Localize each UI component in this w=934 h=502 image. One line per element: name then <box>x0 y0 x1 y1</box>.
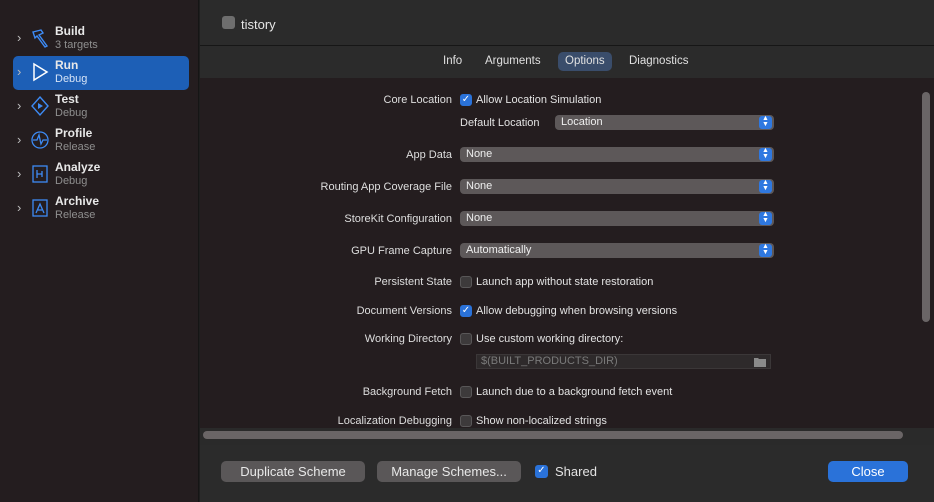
shared-label: Shared <box>555 464 597 479</box>
working-directory-checkbox[interactable] <box>460 333 472 345</box>
storekit-value: None <box>466 212 493 224</box>
localization-debugging-checkbox[interactable] <box>460 415 472 427</box>
scheme-editor-main: tistory Info Arguments Options Diagnosti… <box>200 0 934 502</box>
background-fetch-checkbox[interactable] <box>460 386 472 398</box>
chevron-right-icon[interactable]: › <box>17 201 31 215</box>
sidebar-item-profile[interactable]: › Profile Release <box>13 124 189 158</box>
sidebar-item-title: Test <box>55 92 79 106</box>
options-pane: Core Location ✓ Allow Location Simulatio… <box>200 78 934 428</box>
sidebar-item-archive[interactable]: › Archive Release <box>13 192 189 226</box>
tab-info[interactable]: Info <box>436 52 469 71</box>
localization-debugging-checkbox-label: Show non-localized strings <box>476 415 607 427</box>
close-button[interactable]: Close <box>828 461 908 482</box>
folder-icon[interactable] <box>754 357 766 367</box>
background-fetch-label: Background Fetch <box>362 386 452 398</box>
sidebar-item-subtitle: Debug <box>55 107 88 119</box>
sidebar-item-subtitle: 3 targets <box>55 39 98 51</box>
background-fetch-checkbox-label: Launch due to a background fetch event <box>476 386 673 398</box>
manage-schemes-button[interactable]: Manage Schemes... <box>377 461 521 482</box>
default-location-label: Default Location <box>460 117 540 129</box>
document-versions-checkbox-label: Allow debugging when browsing versions <box>476 305 678 317</box>
core-location-label: Core Location <box>383 94 453 106</box>
horizontal-scrollbar[interactable] <box>203 431 903 439</box>
routing-coverage-label: Routing App Coverage File <box>320 181 452 193</box>
stepper-arrows-icon: ▲ ▼ <box>759 179 772 193</box>
chevron-right-icon[interactable]: › <box>17 133 31 147</box>
gpu-frame-capture-label: GPU Frame Capture <box>351 245 452 257</box>
document-versions-checkbox[interactable]: ✓ <box>460 305 472 317</box>
document-versions-label: Document Versions <box>356 305 452 317</box>
stepper-arrows-icon: ▲ ▼ <box>759 243 772 257</box>
chevron-right-icon[interactable]: › <box>17 65 31 79</box>
sidebar-item-build[interactable]: › Build 3 targets <box>13 22 189 56</box>
vertical-scrollbar[interactable] <box>922 92 930 322</box>
test-diamond-icon <box>31 95 49 117</box>
sidebar-item-subtitle: Release <box>55 141 96 153</box>
sidebar-item-title: Analyze <box>55 160 101 174</box>
working-directory-path-field[interactable]: $(BUILT_PRODUCTS_DIR) <box>476 354 771 369</box>
working-directory-checkbox-label: Use custom working directory: <box>476 333 624 345</box>
stepper-arrows-icon: ▲ ▼ <box>759 115 772 129</box>
waveform-icon <box>31 131 49 149</box>
archive-icon <box>32 199 48 217</box>
sidebar-item-subtitle: Release <box>55 209 96 221</box>
scheme-action-sidebar: › Build 3 targets › Run Debug › Test Deb… <box>0 0 199 502</box>
routing-coverage-popup[interactable]: None ▲ ▼ <box>460 179 774 194</box>
chevron-right-icon[interactable]: › <box>17 167 31 181</box>
default-location-popup[interactable]: Location ▲ ▼ <box>555 115 774 130</box>
storekit-label: StoreKit Configuration <box>344 213 452 225</box>
storekit-popup[interactable]: None ▲ ▼ <box>460 211 774 226</box>
chevron-right-icon[interactable]: › <box>17 99 31 113</box>
persistent-state-label: Persistent State <box>374 276 452 288</box>
gpu-frame-capture-popup[interactable]: Automatically ▲ ▼ <box>460 243 774 258</box>
hammer-icon <box>32 29 49 48</box>
sidebar-item-title: Build <box>55 24 85 38</box>
tab-arguments[interactable]: Arguments <box>478 52 548 71</box>
stepper-arrows-icon: ▲ ▼ <box>759 211 772 225</box>
gpu-frame-capture-value: Automatically <box>466 244 532 256</box>
routing-coverage-value: None <box>466 180 493 192</box>
tab-diagnostics[interactable]: Diagnostics <box>622 52 695 71</box>
sidebar-item-subtitle: Debug <box>55 73 88 85</box>
sidebar-item-run[interactable]: › Run Debug <box>13 56 189 90</box>
sidebar-item-title: Archive <box>55 194 100 208</box>
app-data-label: App Data <box>406 149 452 161</box>
shared-checkbox[interactable]: ✓ <box>535 465 548 478</box>
sidebar-item-subtitle: Debug <box>55 175 88 187</box>
persistent-state-checkbox[interactable] <box>460 276 472 288</box>
duplicate-scheme-button[interactable]: Duplicate Scheme <box>221 461 365 482</box>
stepper-arrows-icon: ▲ ▼ <box>759 147 772 161</box>
target-name: tistory <box>241 17 276 32</box>
localization-debugging-label: Localization Debugging <box>337 415 452 427</box>
allow-location-simulation-label: Allow Location Simulation <box>476 94 602 106</box>
sidebar-item-title: Run <box>55 58 79 72</box>
app-target-icon <box>222 16 235 29</box>
footer-bar: Duplicate Scheme Manage Schemes... ✓ Sha… <box>200 445 934 502</box>
chevron-right-icon[interactable]: › <box>17 31 31 45</box>
allow-location-simulation-checkbox[interactable]: ✓ <box>460 94 472 106</box>
analyze-icon <box>32 165 48 183</box>
tab-bar: Info Arguments Options Diagnostics <box>200 46 934 78</box>
working-directory-label: Working Directory <box>364 333 452 345</box>
target-header: tistory <box>200 0 934 46</box>
sidebar-item-analyze[interactable]: › Analyze Debug <box>13 158 189 192</box>
sidebar-item-test[interactable]: › Test Debug <box>13 90 189 124</box>
default-location-value: Location <box>561 116 603 128</box>
app-data-value: None <box>466 148 493 160</box>
tab-options[interactable]: Options <box>558 52 612 71</box>
app-data-popup[interactable]: None ▲ ▼ <box>460 147 774 162</box>
persistent-state-checkbox-label: Launch app without state restoration <box>476 276 654 288</box>
play-icon <box>33 62 49 82</box>
sidebar-item-title: Profile <box>55 126 93 140</box>
working-directory-path: $(BUILT_PRODUCTS_DIR) <box>481 355 618 367</box>
